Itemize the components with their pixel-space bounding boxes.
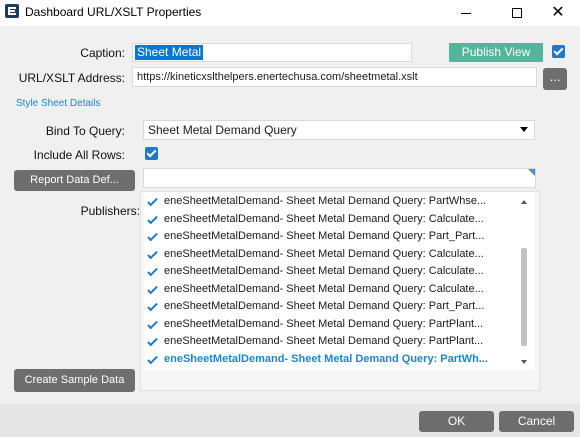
- publisher-item[interactable]: eneSheetMetalDemand- Sheet Metal Demand …: [144, 298, 516, 316]
- publisher-item[interactable]: eneSheetMetalDemand- Sheet Metal Demand …: [144, 263, 516, 281]
- publisher-checkbox[interactable]: [146, 354, 159, 367]
- bind-query-label: Bind To Query:: [45, 124, 125, 138]
- app-logo-icon: [5, 4, 19, 18]
- maximize-button[interactable]: [494, 0, 540, 26]
- publish-view-checkbox[interactable]: [552, 45, 565, 58]
- publisher-label: eneSheetMetalDemand- Sheet Metal Demand …: [164, 335, 484, 347]
- publisher-label: eneSheetMetalDemand- Sheet Metal Demand …: [164, 282, 484, 295]
- publisher-label: eneSheetMetalDemand- Sheet Metal Demand …: [164, 265, 484, 277]
- browse-button[interactable]: ...: [543, 68, 567, 90]
- url-input[interactable]: https://kineticxslthelpers.enertechusa.c…: [132, 67, 537, 87]
- bind-query-value: Sheet Metal Demand Query: [148, 123, 297, 137]
- create-sample-data-button[interactable]: Create Sample Data: [14, 369, 135, 392]
- chevron-down-icon: [520, 127, 528, 132]
- caption-label: Caption:: [80, 46, 125, 60]
- publisher-item[interactable]: eneSheetMetalDemand- Sheet Metal Demand …: [144, 333, 516, 351]
- publisher-checkbox[interactable]: [146, 336, 159, 349]
- cancel-button[interactable]: Cancel: [499, 411, 574, 432]
- scroll-up-icon[interactable]: [521, 200, 527, 204]
- publisher-checkbox[interactable]: [146, 214, 159, 227]
- publisher-label: eneSheetMetalDemand- Sheet Metal Demand …: [164, 300, 485, 312]
- publisher-item[interactable]: eneSheetMetalDemand- Sheet Metal Demand …: [144, 351, 516, 369]
- bind-query-select[interactable]: Sheet Metal Demand Query: [143, 120, 535, 140]
- publishers-label: Publishers:: [80, 204, 140, 218]
- publisher-item[interactable]: eneSheetMetalDemand- Sheet Metal Demand …: [144, 246, 516, 264]
- publisher-checkbox[interactable]: [146, 319, 159, 332]
- publishers-list[interactable]: eneSheetMetalDemand- Sheet Metal Demand …: [144, 192, 534, 370]
- publisher-label: eneSheetMetalDemand- Sheet Metal Demand …: [164, 247, 484, 260]
- publisher-label: eneSheetMetalDemand- Sheet Metal Demand …: [164, 212, 484, 225]
- publisher-item[interactable]: eneSheetMetalDemand- Sheet Metal Demand …: [144, 211, 516, 229]
- minimize-icon: [461, 12, 471, 14]
- include-all-rows-checkbox[interactable]: [145, 147, 158, 160]
- url-label: URL/XSLT Address:: [18, 71, 125, 85]
- close-icon: ✕: [551, 4, 565, 21]
- publisher-item[interactable]: eneSheetMetalDemand- Sheet Metal Demand …: [144, 316, 516, 334]
- report-data-def-field[interactable]: [143, 168, 536, 188]
- publisher-label: eneSheetMetalDemand- Sheet Metal Demand …: [164, 195, 487, 207]
- publisher-item[interactable]: eneSheetMetalDemand- Sheet Metal Demand …: [144, 193, 516, 211]
- window-title: Dashboard URL/XSLT Properties: [25, 5, 202, 19]
- maximize-icon: [512, 8, 522, 18]
- corner-marker-icon: [528, 169, 535, 176]
- title-bar: Dashboard URL/XSLT Properties ✕: [0, 0, 580, 26]
- publisher-checkbox[interactable]: [146, 266, 159, 279]
- publisher-label: eneSheetMetalDemand- Sheet Metal Demand …: [164, 352, 488, 365]
- close-button[interactable]: ✕: [535, 0, 580, 26]
- scrollbar-thumb[interactable]: [521, 248, 527, 346]
- caption-input[interactable]: Sheet Metal: [132, 43, 412, 62]
- publisher-label: eneSheetMetalDemand- Sheet Metal Demand …: [164, 230, 485, 242]
- publisher-checkbox[interactable]: [146, 196, 159, 209]
- caption-value: Sheet Metal: [135, 45, 204, 60]
- publisher-checkbox[interactable]: [146, 284, 159, 297]
- scroll-down-icon[interactable]: [521, 360, 527, 364]
- report-data-def-button[interactable]: Report Data Def...: [14, 170, 135, 191]
- include-all-rows-label: Include All Rows:: [33, 148, 125, 162]
- publisher-checkbox[interactable]: [146, 249, 159, 262]
- publish-view-button[interactable]: Publish View: [449, 43, 543, 62]
- publisher-item[interactable]: eneSheetMetalDemand- Sheet Metal Demand …: [144, 281, 516, 299]
- publisher-checkbox[interactable]: [146, 301, 159, 314]
- minimize-button[interactable]: [443, 0, 489, 26]
- publisher-label: eneSheetMetalDemand- Sheet Metal Demand …: [164, 317, 484, 330]
- publisher-checkbox[interactable]: [146, 231, 159, 244]
- ok-button[interactable]: OK: [419, 411, 494, 432]
- style-sheet-details-link[interactable]: Style Sheet Details: [16, 98, 101, 109]
- publisher-item[interactable]: eneSheetMetalDemand- Sheet Metal Demand …: [144, 228, 516, 246]
